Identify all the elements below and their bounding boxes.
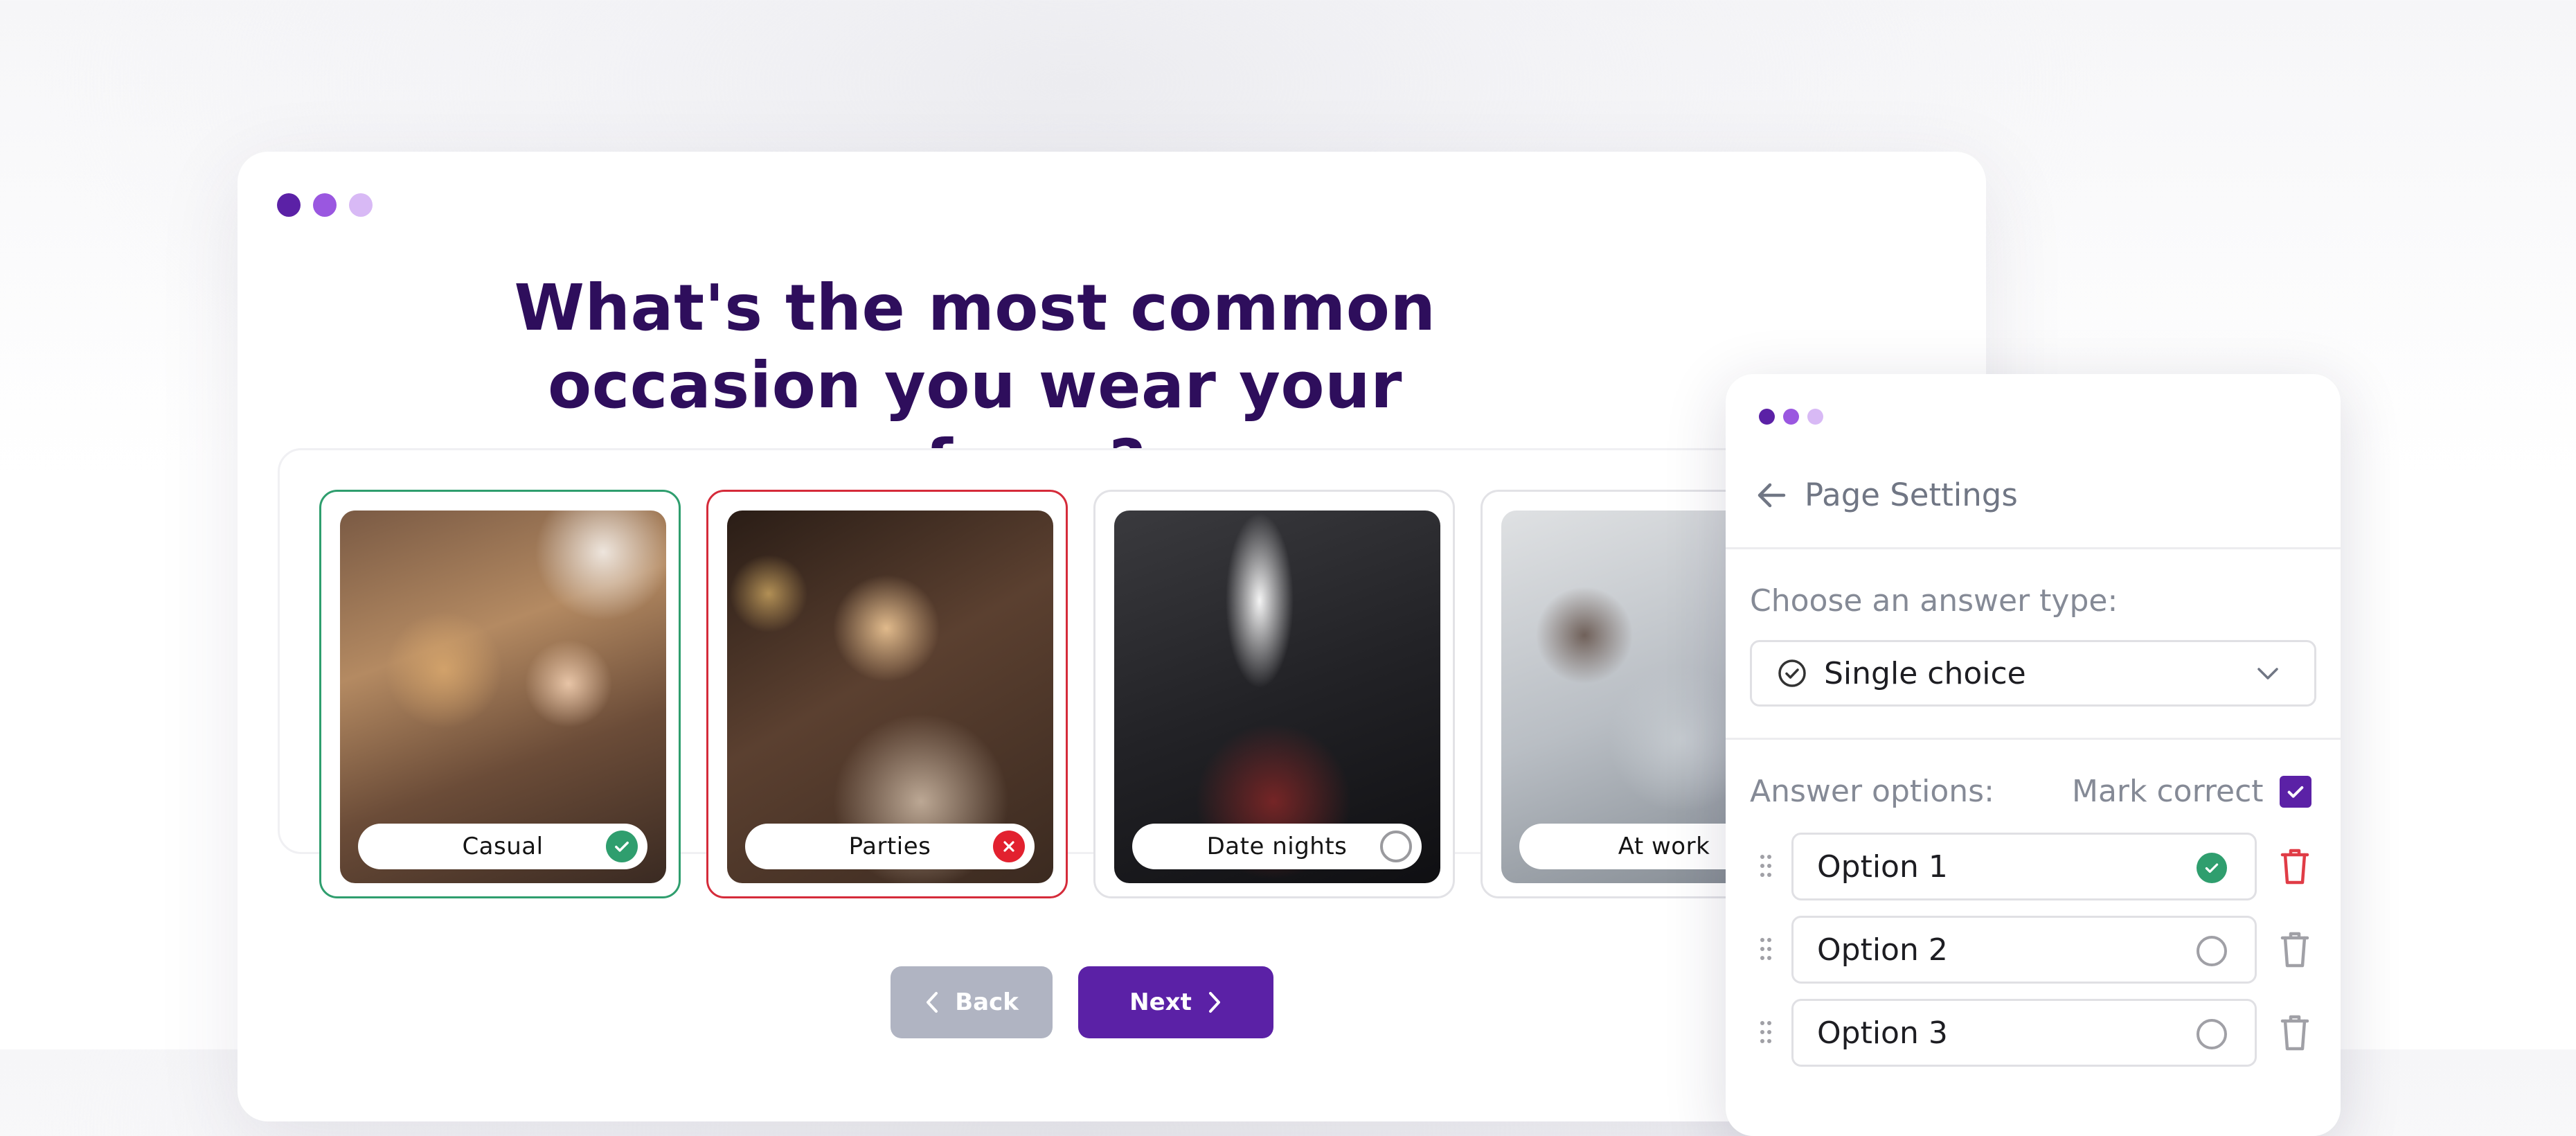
empty-circle-icon[interactable] (2197, 1019, 2227, 1049)
option-input[interactable]: Option 1 (1791, 833, 2257, 900)
option-input[interactable]: Option 3 (1791, 999, 2257, 1067)
x-circle-icon (993, 831, 1025, 862)
answer-option-row: Option 1 (1759, 833, 2313, 900)
answer-type-label: Choose an answer type: (1750, 583, 2118, 619)
panel-window-controls (1759, 409, 1823, 425)
answer-image-casual: Casual (340, 511, 666, 883)
divider (1726, 738, 2341, 740)
answer-label: Date nights (1206, 833, 1348, 860)
window-dot-medium (1783, 409, 1799, 425)
option-input[interactable]: Option 2 (1791, 916, 2257, 984)
chevron-down-icon (2257, 668, 2278, 680)
drag-handle-icon[interactable] (1759, 853, 1773, 878)
mark-correct-checkbox[interactable] (2280, 776, 2311, 808)
check-circle-icon[interactable] (2197, 853, 2227, 883)
chevron-right-icon (1208, 992, 1220, 1013)
arrow-left-icon[interactable] (1756, 481, 1787, 509)
quiz-window: What's the most common occasion you wear… (238, 152, 1986, 1121)
answer-label-pill: Date nights (1132, 824, 1422, 869)
answer-card-date-nights[interactable]: Date nights (1093, 490, 1455, 898)
chevron-left-icon (927, 992, 938, 1013)
empty-circle-icon[interactable] (2197, 936, 2227, 966)
check-circle-icon (606, 831, 638, 862)
panel-header: Page Settings (1756, 477, 2018, 513)
window-dot-light (1807, 409, 1823, 425)
answer-type-value: Single choice (1824, 655, 2026, 691)
answer-label-pill: Parties (745, 824, 1035, 869)
option-label: Option 2 (1817, 932, 1948, 968)
option-label: Option 3 (1817, 1015, 1948, 1051)
answer-label: At work (1618, 833, 1710, 860)
window-dot-dark (1759, 409, 1775, 425)
check-circle-outline-icon (1778, 659, 1806, 687)
window-dot-medium (313, 193, 337, 217)
window-controls (277, 193, 373, 217)
trash-icon[interactable] (2280, 848, 2310, 885)
answer-label-pill: Casual (358, 824, 647, 869)
next-button-label: Next (1129, 988, 1192, 1016)
answer-type-select[interactable]: Single choice (1750, 640, 2316, 707)
answers-container: Casual Parties Date nights At work (278, 448, 1875, 898)
back-button[interactable]: Back (891, 966, 1053, 1038)
page-settings-panel: Page Settings Choose an answer type: Sin… (1726, 374, 2341, 1136)
answer-option-row: Option 3 (1759, 999, 2313, 1067)
answer-label: Parties (848, 833, 931, 860)
answer-option-row: Option 2 (1759, 916, 2313, 984)
answer-card-parties[interactable]: Parties (706, 490, 1068, 898)
drag-handle-icon[interactable] (1759, 937, 1773, 961)
answer-image-parties: Parties (727, 511, 1053, 883)
window-dot-light (349, 193, 373, 217)
drag-handle-icon[interactable] (1759, 1020, 1773, 1045)
panel-title: Page Settings (1805, 477, 2018, 513)
answer-card-casual[interactable]: Casual (319, 490, 681, 898)
answer-options-label: Answer options: (1750, 774, 1994, 809)
mark-correct-label: Mark correct (2072, 774, 2264, 809)
next-button[interactable]: Next (1078, 966, 1273, 1038)
answer-image-date-nights: Date nights (1114, 511, 1440, 883)
trash-icon[interactable] (2280, 1014, 2310, 1051)
trash-icon[interactable] (2280, 931, 2310, 968)
window-dot-dark (277, 193, 301, 217)
back-button-label: Back (955, 988, 1019, 1016)
answer-label: Casual (462, 833, 544, 860)
divider (1726, 547, 2341, 549)
empty-circle-icon (1380, 831, 1412, 862)
option-label: Option 1 (1817, 849, 1948, 885)
checkbox-check-icon (2287, 786, 2304, 798)
